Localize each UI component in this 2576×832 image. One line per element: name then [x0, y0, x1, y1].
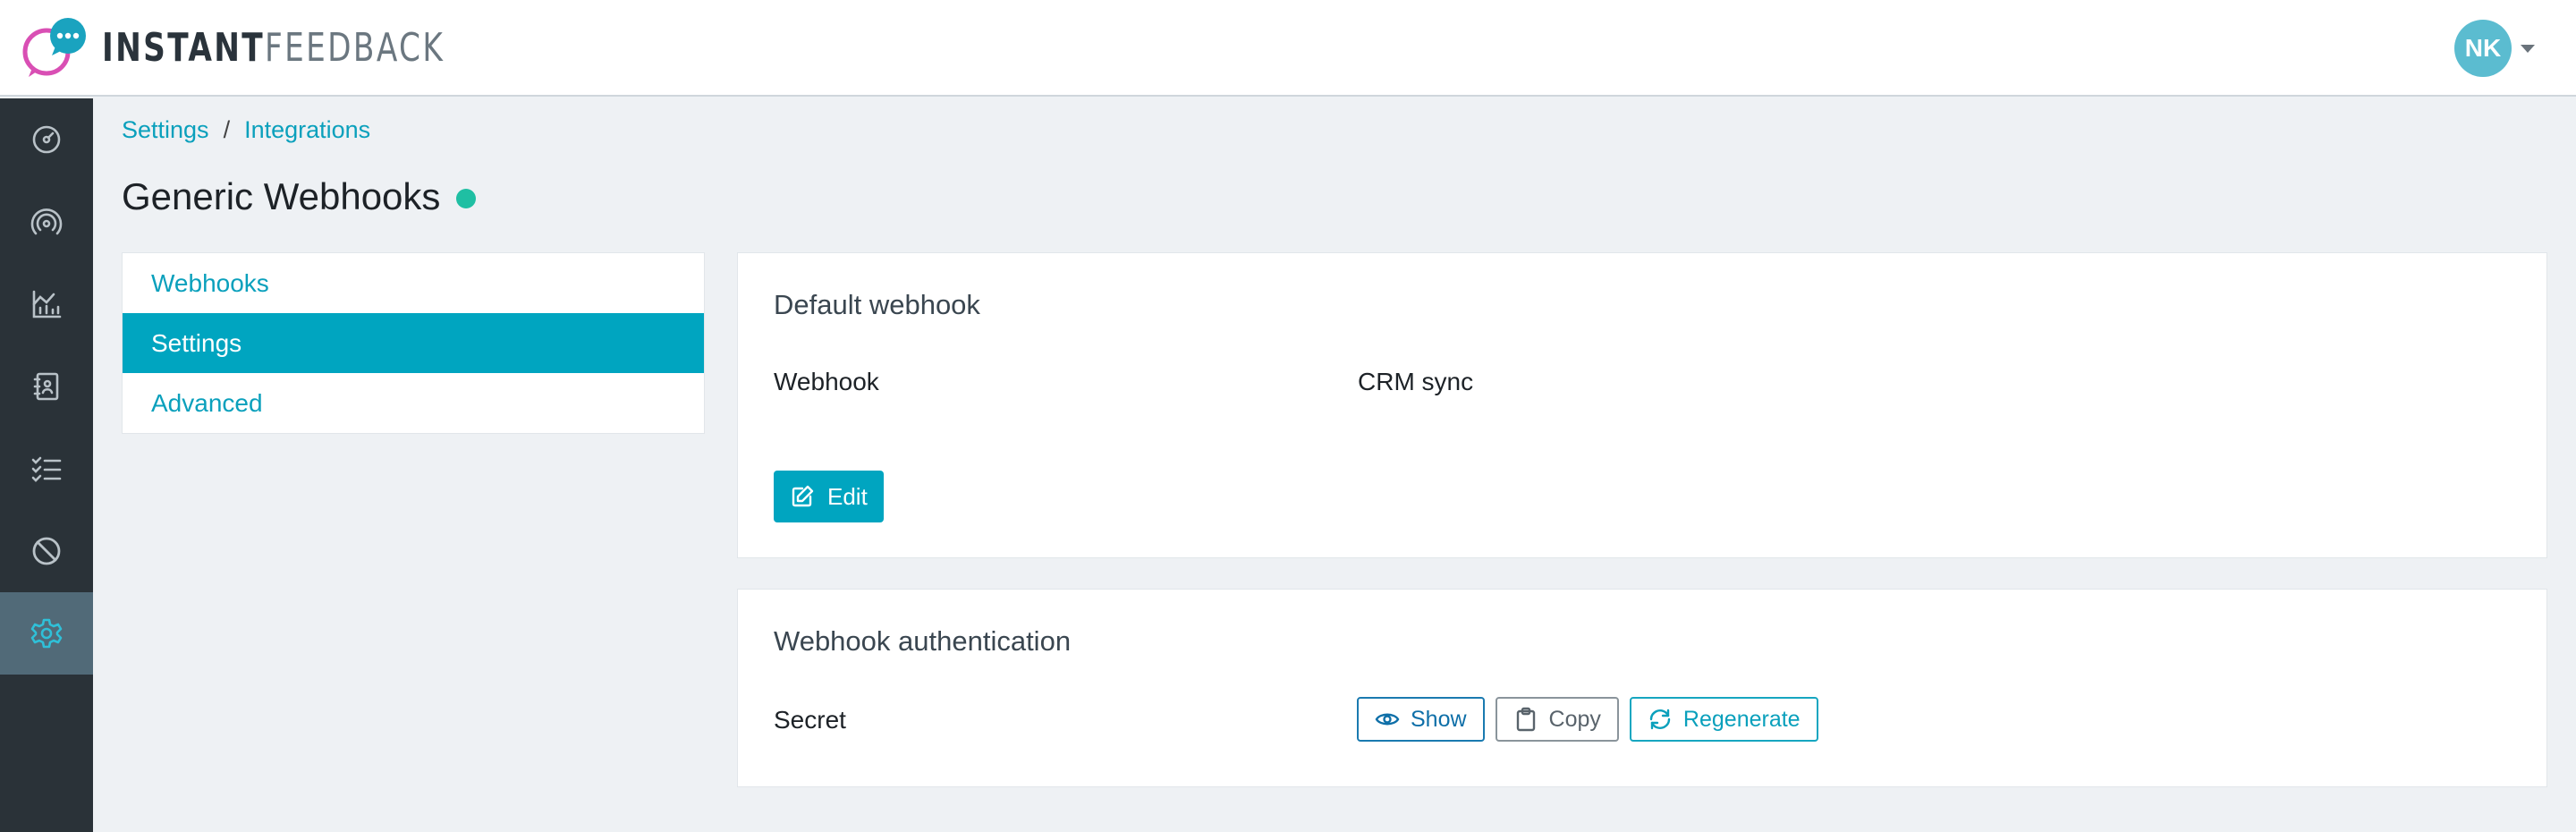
- analytics-chart-icon: [32, 290, 62, 318]
- sidebar-item-dashboard[interactable]: [0, 98, 93, 181]
- contacts-book-icon: [33, 372, 59, 401]
- edit-pencil-icon: [792, 485, 814, 507]
- status-indicator: [456, 189, 477, 208]
- subnav-item-webhooks[interactable]: Webhooks: [123, 253, 704, 313]
- show-secret-button[interactable]: Show: [1357, 697, 1485, 742]
- sidebar-item-broadcast[interactable]: [0, 181, 93, 263]
- refresh-icon: [1649, 709, 1671, 730]
- breadcrumb-settings-link[interactable]: Settings: [122, 116, 209, 144]
- sidebar-item-settings[interactable]: [0, 592, 93, 675]
- logo-text-bold: INSTANT: [102, 24, 266, 71]
- settings-subnav: Webhooks Settings Advanced: [122, 252, 705, 434]
- chevron-down-icon[interactable]: [2521, 44, 2535, 53]
- breadcrumb-separator: /: [223, 116, 231, 143]
- logo-text-light: FEEDBACK: [265, 24, 445, 71]
- sidebar-item-blocked[interactable]: [0, 510, 93, 592]
- edit-button-label: Edit: [827, 482, 868, 510]
- subnav-item-settings[interactable]: Settings: [123, 313, 704, 373]
- webhook-auth-card: Webhook authentication Secret Show Copy: [737, 589, 2547, 787]
- eye-icon: [1375, 713, 1400, 726]
- secret-label: Secret: [774, 706, 846, 734]
- edit-button[interactable]: Edit: [774, 471, 884, 522]
- clipboard-icon: [1516, 707, 1535, 732]
- logo-wordmark: INSTANTFEEDBACK: [102, 25, 445, 71]
- secret-actions: Show Copy Regenerate: [1357, 697, 1829, 742]
- page-header: Generic Webhooks: [122, 175, 477, 218]
- copy-button-label: Copy: [1548, 706, 1601, 732]
- top-bar: INSTANTFEEDBACK NK: [0, 0, 2576, 97]
- broadcast-icon: [30, 208, 63, 235]
- default-webhook-card: Default webhook Webhook CRM sync Edit: [737, 252, 2547, 558]
- dashboard-gauge-icon: [32, 125, 61, 154]
- regenerate-secret-button[interactable]: Regenerate: [1629, 697, 1818, 742]
- sidebar-nav: [0, 98, 93, 832]
- main-content: Settings / Integrations Generic Webhooks…: [93, 98, 2576, 832]
- webhook-value: CRM sync: [1358, 368, 1474, 395]
- sidebar-item-contacts[interactable]: [0, 345, 93, 428]
- subnav-item-advanced[interactable]: Advanced: [123, 373, 704, 433]
- page-title: Generic Webhooks: [122, 175, 441, 217]
- card-title: Webhook authentication: [774, 625, 1072, 657]
- show-button-label: Show: [1411, 706, 1467, 732]
- app-logo[interactable]: INSTANTFEEDBACK: [20, 16, 541, 79]
- regenerate-button-label: Regenerate: [1682, 706, 1801, 732]
- copy-secret-button[interactable]: Copy: [1495, 697, 1619, 742]
- card-title: Default webhook: [774, 289, 980, 320]
- avatar[interactable]: NK: [2454, 20, 2512, 77]
- block-icon: [32, 537, 61, 565]
- gear-icon: [30, 618, 63, 649]
- webhook-label: Webhook: [774, 368, 879, 395]
- user-menu[interactable]: NK: [2454, 20, 2535, 77]
- breadcrumb: Settings / Integrations: [122, 116, 370, 144]
- sidebar-item-tasks[interactable]: [0, 428, 93, 510]
- sidebar-item-analytics[interactable]: [0, 263, 93, 345]
- breadcrumb-integrations-link[interactable]: Integrations: [244, 116, 370, 144]
- checklist-icon: [31, 456, 62, 482]
- logo-bubbles-icon: [20, 16, 89, 79]
